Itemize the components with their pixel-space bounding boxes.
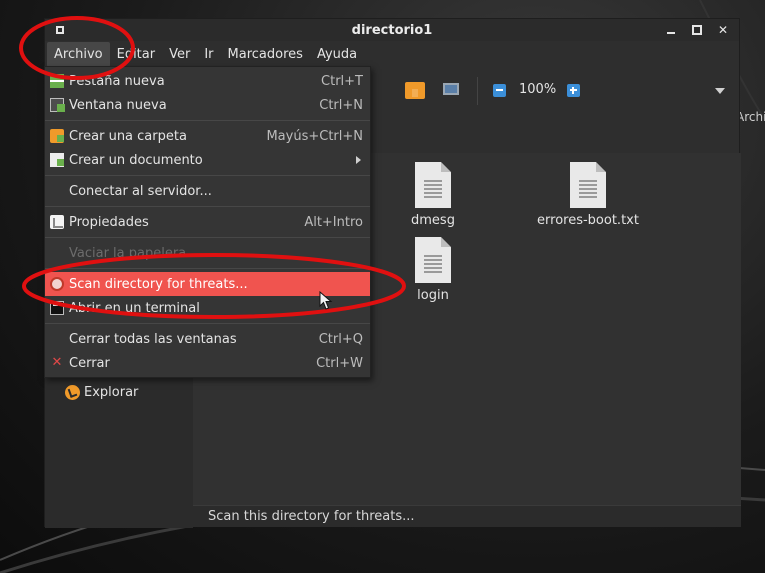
menu-item-label: Cerrar: [69, 355, 110, 371]
close-icon: ✕: [51, 355, 63, 370]
new-document-icon: [50, 153, 64, 167]
new-window-icon: [50, 98, 65, 112]
menu-item-new-window[interactable]: Ventana nueva Ctrl+N: [45, 93, 370, 117]
window-title: directorio1: [351, 22, 433, 38]
menu-item-label: Cerrar todas las ventanas: [69, 331, 237, 347]
menu-separator: [45, 120, 370, 121]
menu-item-label: Conectar al servidor...: [69, 183, 212, 199]
computer-icon[interactable]: [443, 83, 459, 95]
menu-separator: [45, 268, 370, 269]
menu-item-label: Propiedades: [69, 214, 149, 230]
antivirus-scan-icon: [50, 277, 64, 291]
menu-item-shortcut: Alt+Intro: [304, 214, 363, 230]
menu-item-shortcut: Ctrl+T: [321, 73, 363, 89]
menu-item-label: Ventana nueva: [69, 97, 167, 113]
menu-ayuda[interactable]: Ayuda: [310, 42, 364, 67]
status-text: Scan this directory for threats...: [208, 509, 415, 524]
minimize-icon[interactable]: [665, 22, 677, 38]
menu-item-label: Crear un documento: [69, 152, 203, 168]
home-icon[interactable]: [405, 82, 425, 99]
terminal-icon: [50, 301, 64, 315]
menu-archivo[interactable]: Archivo: [47, 41, 110, 67]
toolbar-separator: [477, 77, 478, 105]
close-icon[interactable]: ✕: [717, 22, 729, 38]
new-folder-icon: [50, 129, 64, 143]
new-tab-icon: [50, 74, 64, 88]
file-item[interactable]: errores-boot.txt: [528, 162, 648, 228]
zoom-level: 100%: [519, 82, 557, 97]
menu-item-close[interactable]: ✕ Cerrar Ctrl+W: [45, 351, 370, 375]
menu-item-connect-server[interactable]: Conectar al servidor...: [45, 179, 370, 203]
chevron-down-icon[interactable]: [715, 88, 725, 94]
text-file-icon: [415, 237, 451, 283]
menu-item-label: Crear una carpeta: [69, 128, 187, 144]
maximize-icon[interactable]: [691, 22, 703, 38]
menu-separator: [45, 175, 370, 176]
menu-item-new-tab[interactable]: Pestaña nueva Ctrl+T: [45, 69, 370, 93]
menu-separator: [45, 206, 370, 207]
menu-item-close-all[interactable]: Cerrar todas las ventanas Ctrl+Q: [45, 327, 370, 351]
menubar: Archivo Editar Ver Ir Marcadores Ayuda: [45, 41, 739, 67]
menu-item-shortcut: Ctrl+Q: [318, 331, 363, 347]
menu-item-label: Pestaña nueva: [69, 73, 165, 89]
menu-item-new-folder[interactable]: Crear una carpeta Mayús+Ctrl+N: [45, 124, 370, 148]
menu-item-properties[interactable]: Propiedades Alt+Intro: [45, 210, 370, 234]
menu-item-new-document[interactable]: Crear un documento: [45, 148, 370, 172]
menu-item-label: Abrir en un terminal: [69, 300, 200, 316]
menu-item-label: Vaciar la papelera: [69, 245, 187, 261]
menu-item-label: Scan directory for threats...: [69, 276, 248, 292]
file-item[interactable]: login: [373, 237, 493, 303]
explore-icon: [65, 385, 80, 400]
menu-separator: [45, 237, 370, 238]
zoom-in-icon[interactable]: [567, 84, 580, 97]
file-name: dmesg: [411, 213, 455, 228]
mouse-cursor-icon: [319, 291, 333, 310]
text-file-icon: [570, 162, 606, 208]
window-menu-icon[interactable]: [56, 26, 64, 34]
file-menu-dropdown: Pestaña nueva Ctrl+T Ventana nueva Ctrl+…: [44, 66, 371, 378]
menu-editar[interactable]: Editar: [110, 42, 163, 67]
text-file-icon: [415, 162, 451, 208]
submenu-arrow-icon: [356, 156, 361, 164]
menu-item-shortcut: Ctrl+N: [319, 97, 363, 113]
menu-item-shortcut: Ctrl+W: [316, 355, 363, 371]
menu-ir[interactable]: Ir: [197, 42, 220, 67]
file-name: errores-boot.txt: [537, 213, 639, 228]
desktop-icon-label[interactable]: Archi: [736, 110, 765, 124]
menu-separator: [45, 323, 370, 324]
file-name: login: [417, 288, 449, 303]
menu-item-shortcut: Mayús+Ctrl+N: [266, 128, 363, 144]
menu-item-empty-trash: Vaciar la papelera: [45, 241, 370, 265]
menu-ver[interactable]: Ver: [162, 42, 197, 67]
properties-icon: [50, 215, 64, 229]
titlebar: directorio1 ✕: [45, 19, 739, 41]
zoom-out-icon[interactable]: [493, 84, 506, 97]
sidebar-item-explorar[interactable]: Explorar: [65, 385, 138, 400]
statusbar: Scan this directory for threats...: [193, 505, 741, 527]
file-item[interactable]: dmesg: [373, 162, 493, 228]
menu-marcadores[interactable]: Marcadores: [221, 42, 310, 67]
sidebar-item-label: Explorar: [84, 385, 139, 400]
